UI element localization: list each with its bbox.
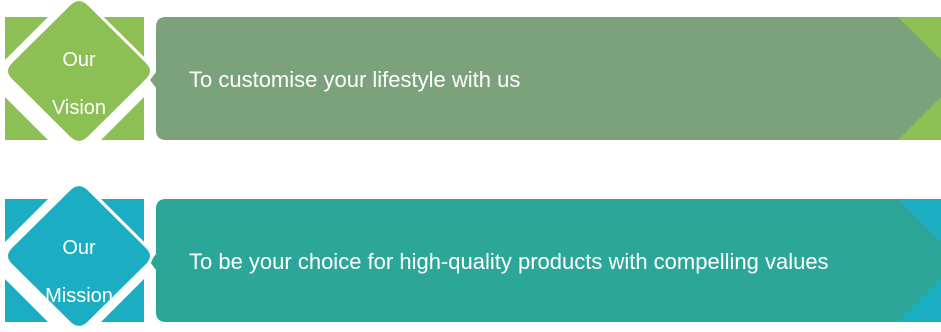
- mission-row: Our Mission To be your choice for high-q…: [0, 183, 941, 332]
- mission-badge-line2: Mission: [45, 285, 113, 307]
- vision-row: Our Vision To customise your lifestyle w…: [0, 0, 941, 160]
- mission-statement: To be your choice for high-quality produ…: [189, 249, 829, 274]
- mission-badge-label: Our Mission: [34, 230, 124, 307]
- vision-statement: To customise your lifestyle with us: [189, 67, 521, 92]
- vision-badge-line1: Our: [62, 49, 96, 71]
- vision-badge-label: Our Vision: [39, 42, 119, 119]
- vision-badge-line2: Vision: [51, 97, 107, 119]
- mission-badge-line1: Our: [62, 237, 96, 259]
